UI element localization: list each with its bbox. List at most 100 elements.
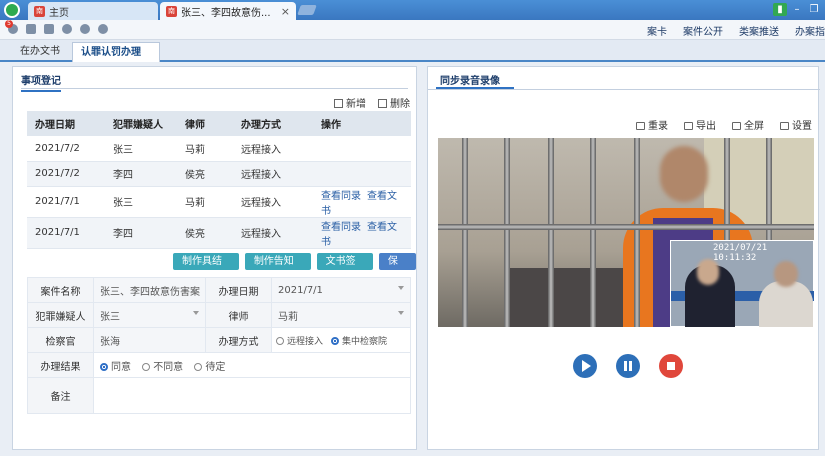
method-remote-radio[interactable]: 远程接入 (276, 336, 323, 347)
fullscreen-button[interactable]: 全屏 (732, 117, 764, 132)
cell-method: 远程接入 (233, 186, 313, 218)
settings-label: 设置 (792, 121, 812, 132)
col-actions: 操作 (313, 111, 411, 136)
method-onsite-radio[interactable]: 集中检察院 (331, 336, 387, 347)
cell-date: 2021/7/2 (27, 136, 105, 162)
result-pending-radio[interactable]: 待定 (194, 362, 225, 373)
suspect-value: 张三 (100, 311, 120, 323)
nav-guide[interactable]: 办案指 (795, 23, 825, 38)
table-row[interactable]: 2021/7/1 张三 马莉 远程接入 查看同录 查看文书 (27, 186, 411, 218)
cell-method: 远程接入 (233, 217, 313, 249)
result-agree-radio[interactable]: 同意 (100, 362, 131, 373)
window-controls: ▮ – ❐ (773, 3, 821, 16)
nav-similar-case[interactable]: 类案推送 (739, 23, 779, 38)
result-pending-label: 待定 (205, 361, 226, 373)
radio-checked-icon (331, 336, 340, 345)
cell-suspect: 李四 (105, 217, 177, 249)
help-icon[interactable] (80, 24, 90, 34)
date-label: 办理日期 (205, 277, 272, 303)
restore-icon[interactable]: ❐ (807, 3, 821, 16)
view-recording-link[interactable]: 查看同录 (321, 191, 361, 202)
cell-bar (548, 138, 554, 327)
play-button[interactable] (573, 354, 597, 378)
browser-tab-case-label: 张三、李四故意伤... (181, 7, 271, 19)
chair (508, 268, 628, 327)
notification-icon[interactable]: 5 (5, 20, 18, 34)
radio-icon (276, 336, 284, 345)
export-button[interactable]: 导出 (684, 117, 716, 132)
cell-date: 2021/7/2 (27, 161, 105, 187)
page-tabs: 在办文书 认罪认罚办理× (0, 40, 825, 78)
registration-panel: 事项登记 新增 删除 办理日期 犯罪嫌疑人 律师 办理方式 操作 2021/7/… (12, 66, 417, 450)
col-date: 办理日期 (27, 111, 105, 136)
calendar-icon[interactable] (44, 24, 54, 34)
save-button[interactable]: 保存 (378, 253, 416, 284)
section-title: 事项登记 (21, 72, 61, 92)
result-disagree-label: 不同意 (153, 361, 184, 373)
view-recording-link[interactable]: 查看同录 (321, 222, 361, 233)
stop-button[interactable] (659, 354, 683, 378)
make-pledge-button[interactable]: 制作具结书 (173, 253, 239, 284)
document-icon[interactable] (26, 24, 36, 34)
tab-plea-handling[interactable]: 认罪认罚办理× (72, 42, 160, 78)
lawyer-label: 律师 (205, 302, 272, 328)
delete-button[interactable]: 删除 (378, 95, 410, 110)
nav-case-card[interactable]: 案卡 (647, 23, 667, 38)
result-disagree-radio[interactable]: 不同意 (142, 362, 183, 373)
add-button[interactable]: 新增 (334, 95, 366, 110)
cell-lawyer: 侯亮 (177, 217, 233, 249)
table-row[interactable]: 2021/7/2 张三 马莉 远程接入 (27, 136, 411, 162)
nav-case-public[interactable]: 案件公开 (683, 23, 723, 38)
video-player[interactable]: 2021/07/21 10:11:32 (438, 138, 814, 327)
tab-plea-handling-label: 认罪认罚办理 (81, 47, 141, 58)
lawyer-select[interactable]: 马莉 (271, 302, 411, 328)
browser-tab-case[interactable]: 南 张三、李四故意伤... × (160, 2, 296, 20)
divider (428, 89, 820, 90)
suspect-select[interactable]: 张三 (93, 302, 206, 328)
case-name-field[interactable]: 张三、李四故意伤害案 (93, 277, 206, 303)
rerecord-button[interactable]: 重录 (636, 117, 668, 132)
chevron-down-icon (193, 311, 199, 315)
title-underline (436, 87, 514, 89)
pause-button[interactable] (616, 354, 640, 378)
refresh-icon[interactable] (62, 24, 72, 34)
pip-video[interactable]: 2021/07/21 10:11:32 (670, 240, 814, 327)
make-notice-button[interactable]: 制作告知书 (244, 253, 311, 284)
playback-controls (573, 354, 683, 378)
tab-documents[interactable]: 在办文书 (12, 42, 68, 62)
date-field[interactable]: 2021/7/1 (271, 277, 411, 303)
method-radio-group: 远程接入 集中检察院 (271, 327, 411, 353)
case-name-label: 案件名称 (27, 277, 94, 303)
prosecutor-field[interactable]: 张海 (93, 327, 206, 353)
settings-button[interactable]: 设置 (780, 117, 812, 132)
cell-lawyer: 马莉 (177, 186, 233, 218)
remark-textarea[interactable] (93, 377, 411, 414)
new-tab-button[interactable] (297, 5, 317, 15)
close-icon[interactable]: × (281, 5, 290, 18)
table-row[interactable]: 2021/7/2 李四 侯亮 远程接入 (27, 161, 411, 187)
cell-lawyer: 马莉 (177, 136, 233, 162)
chat-icon[interactable] (98, 24, 108, 34)
radio-icon (194, 362, 203, 371)
divider (21, 88, 408, 89)
cell-bar (462, 138, 468, 327)
cell-date: 2021/7/1 (27, 217, 105, 249)
top-nav: 案卡 案件公开 类案推送 办案指 (647, 23, 825, 38)
chevron-down-icon (398, 286, 404, 290)
col-lawyer: 律师 (177, 111, 233, 136)
minimize-icon[interactable]: – (790, 3, 804, 16)
pin-icon[interactable]: ▮ (773, 3, 787, 16)
cell-bar (634, 138, 640, 327)
browser-tab-home-label: 主页 (49, 7, 69, 19)
browser-tab-home[interactable]: 南 主页 (28, 2, 158, 20)
cell-lawyer: 侯亮 (177, 161, 233, 187)
video-icon (636, 122, 645, 130)
records-table: 办理日期 犯罪嫌疑人 律师 办理方式 操作 2021/7/2 张三 马莉 远程接… (27, 111, 411, 249)
cell-actions (313, 161, 411, 187)
cell-suspect: 张三 (105, 186, 177, 218)
blurred-face (774, 261, 798, 287)
sign-document-button[interactable]: 文书签名 (316, 253, 373, 284)
table-row[interactable]: 2021/7/1 李四 侯亮 远程接入 查看同录 查看文书 (27, 217, 411, 249)
cell-bar (590, 138, 596, 327)
col-method: 办理方式 (233, 111, 313, 136)
